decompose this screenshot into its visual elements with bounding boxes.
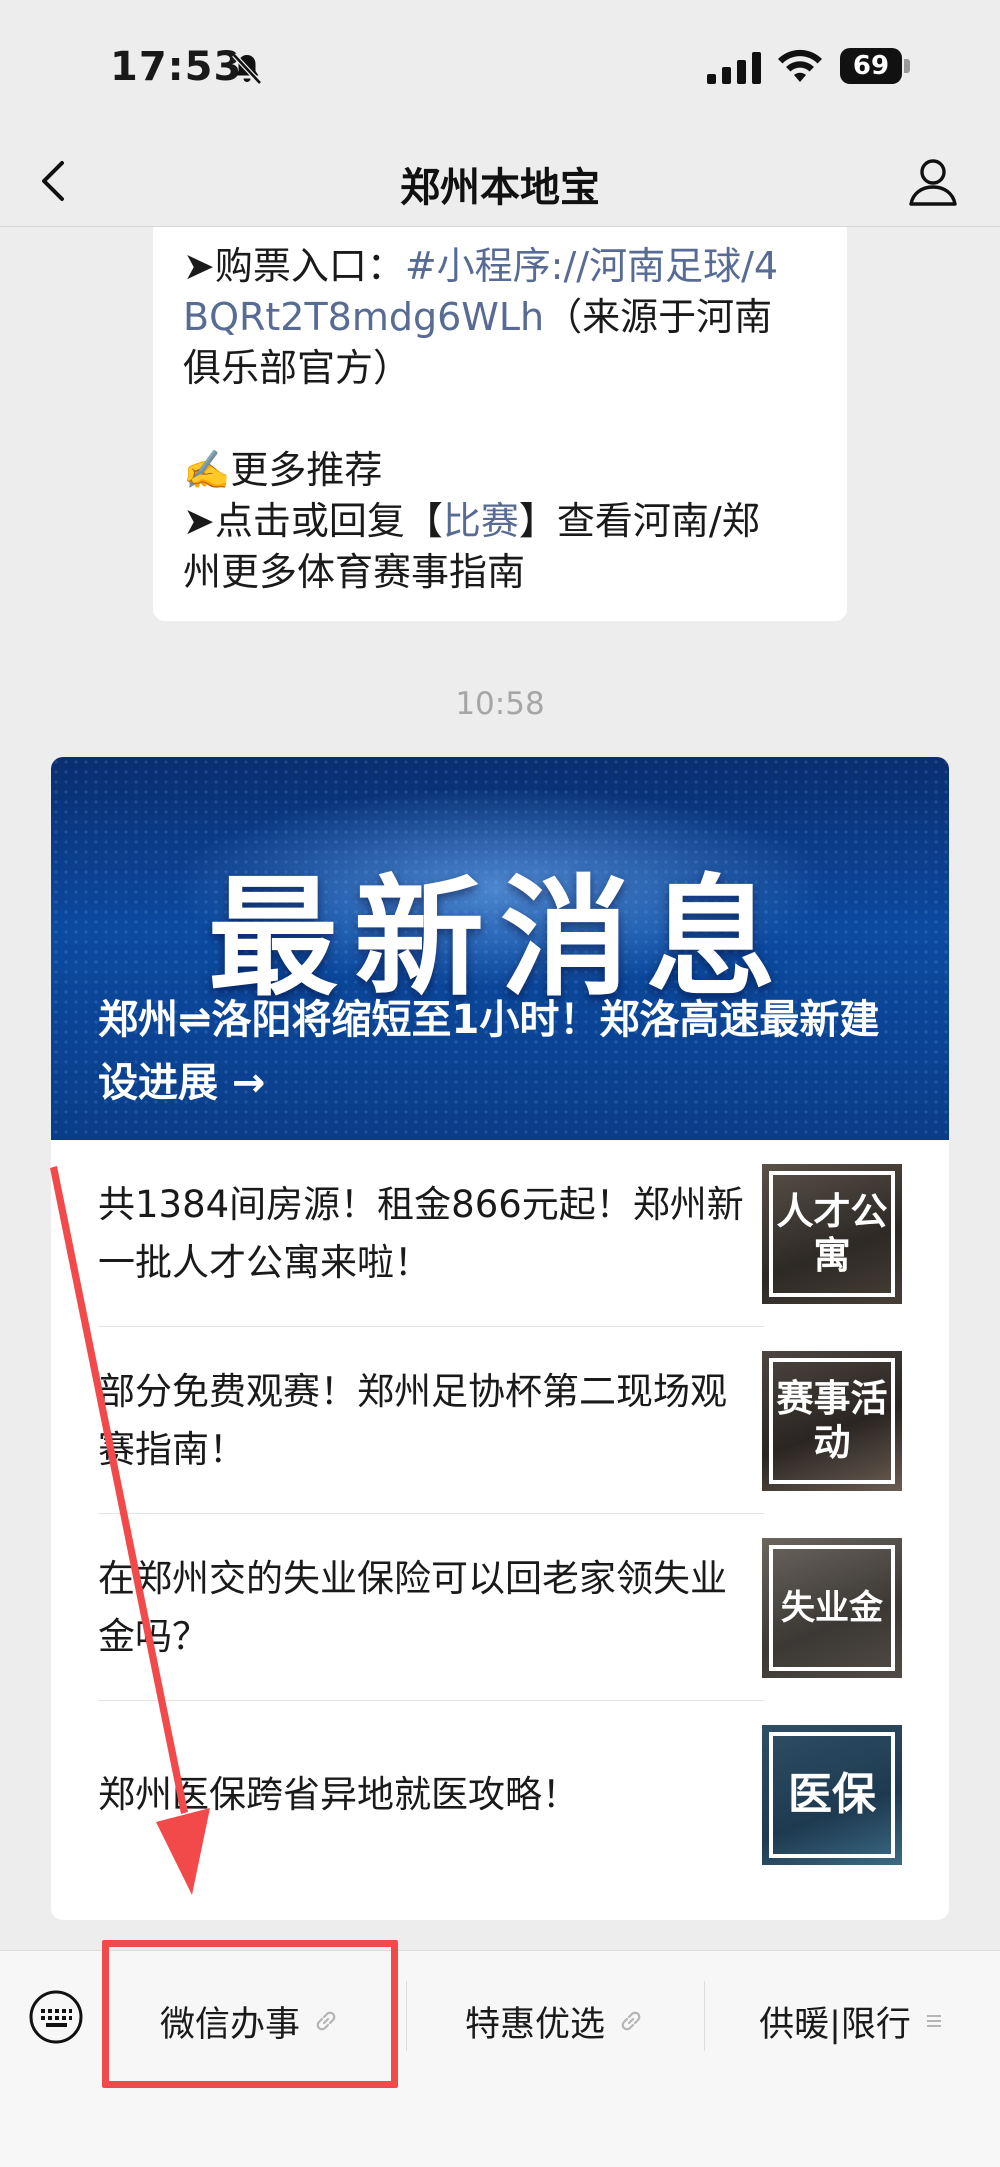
person-icon[interactable] — [905, 153, 961, 209]
article-thumbnail: 医保 — [762, 1724, 902, 1865]
banner-article-title: 郑州⇌洛阳将缩短至1小时！郑洛高速最新建设进展 → — [98, 997, 880, 1106]
menu-item-heating-traffic[interactable]: 供暖|限行 — [704, 1951, 1000, 2091]
bell-off-icon — [232, 53, 262, 85]
battery-indicator: 69 — [840, 48, 910, 84]
article-thumbnail: 失业金 — [762, 1537, 902, 1678]
article-banner[interactable]: 最新消息 郑州⇌洛阳将缩短至1小时！郑洛高速最新建设进展 → — [51, 757, 949, 1140]
article-title: 部分免费观赛！郑州足协杯第二现场观赛指南！ — [98, 1369, 727, 1471]
message-line: 州更多体育赛事指南 — [183, 550, 526, 594]
battery-tip — [904, 59, 910, 73]
keyword-link[interactable]: 比赛 — [443, 499, 519, 543]
message-text: ➤购票入口： — [183, 244, 405, 288]
message-line: 俱乐部官方） — [183, 346, 412, 390]
article-thumbnail: 赛事活动 — [762, 1350, 902, 1491]
article-title: 郑州医保跨省异地就医攻略！ — [98, 1772, 579, 1816]
article-title: 共1384间房源！租金866元起！郑州新一批人才公寓来啦！ — [98, 1182, 744, 1284]
article-title: 在郑州交的失业保险可以回老家领失业金吗？ — [98, 1556, 727, 1658]
menu-label: 供暖|限行 — [759, 2004, 911, 2045]
thumbnail-label: 赛事活动 — [776, 1376, 888, 1464]
thumbnail-label: 医保 — [788, 1768, 876, 1820]
text-message-card: ➤购票入口：#小程序://河南足球/4 BQRt2T8mdg6WLh（来源于河南… — [153, 227, 847, 621]
thumbnail-label: 失业金 — [781, 1587, 883, 1628]
keyboard-icon[interactable] — [28, 1989, 84, 2045]
article-card: 最新消息 郑州⇌洛阳将缩短至1小时！郑洛高速最新建设进展 → 共1384间房源！… — [51, 757, 949, 1920]
message-spacer — [183, 394, 817, 445]
signal-icon — [707, 52, 761, 84]
page-title: 郑州本地宝 — [400, 165, 600, 211]
article-item[interactable]: 郑州医保跨省异地就医攻略！ 医保 — [98, 1701, 902, 1888]
miniprogram-link[interactable]: #小程序://河南足球/4 — [405, 244, 778, 288]
article-item[interactable]: 共1384间房源！租金866元起！郑州新一批人才公寓来啦！ 人才公寓 — [98, 1140, 902, 1327]
message-text: 】查看河南/郑 — [518, 499, 760, 543]
menu-item-deals[interactable]: 特惠优选 — [406, 1951, 704, 2091]
article-thumbnail: 人才公寓 — [762, 1163, 902, 1304]
highlight-box — [102, 1940, 398, 2088]
message-line: ➤点击或回复【比赛】查看河南/郑 — [183, 496, 817, 547]
wifi-icon — [778, 49, 822, 82]
nav-bar: 郑州本地宝 — [0, 135, 1000, 227]
article-item[interactable]: 部分免费观赛！郑州足协杯第二现场观赛指南！ 赛事活动 — [98, 1327, 902, 1514]
status-bar: 17:53 69 — [0, 0, 1000, 135]
status-time: 17:53 — [110, 44, 243, 90]
link-icon — [621, 2011, 641, 2031]
message-text: （来源于河南 — [544, 295, 773, 339]
miniprogram-link-cont[interactable]: BQRt2T8mdg6WLh — [183, 295, 544, 339]
menu-label: 特惠优选 — [464, 2004, 605, 2045]
message-line: ✍️更多推荐 — [183, 448, 383, 492]
message-line: BQRt2T8mdg6WLh（来源于河南 — [183, 292, 817, 343]
article-item[interactable]: 在郑州交的失业保险可以回老家领失业金吗？ 失业金 — [98, 1514, 902, 1701]
message-line: ➤购票入口：#小程序://河南足球/4 — [183, 241, 817, 292]
thumbnail-label: 人才公寓 — [776, 1189, 888, 1277]
battery-level: 69 — [840, 48, 902, 84]
message-text: ➤点击或回复【 — [183, 499, 443, 543]
message-timestamp: 10:58 — [455, 686, 545, 722]
menu-lines-icon — [926, 2015, 941, 2027]
